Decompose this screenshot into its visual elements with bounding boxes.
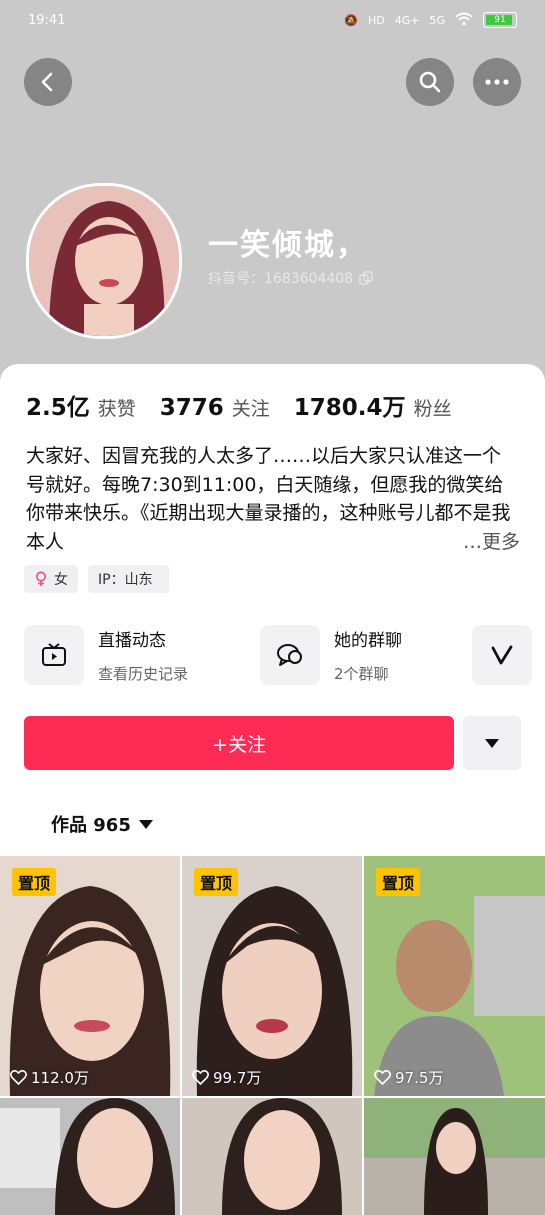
likes-count: 97.5万 bbox=[395, 1069, 444, 1087]
stat-label: 获赞 bbox=[97, 398, 136, 420]
group-chat-subtitle: 2个群聊 bbox=[334, 665, 389, 683]
video-likes: 99.7万 bbox=[192, 1067, 261, 1088]
video-thumbnail[interactable] bbox=[364, 1098, 545, 1215]
wifi-icon bbox=[455, 12, 473, 29]
works-tab-label: 作品 965 bbox=[51, 815, 131, 836]
tv-icon bbox=[42, 643, 66, 666]
stat-value: 1780.4万 bbox=[293, 395, 406, 421]
video-thumbnail[interactable]: 置顶 112.0万 bbox=[0, 856, 180, 1096]
mute-icon: 🔕 bbox=[344, 13, 358, 27]
battery-icon: 91 bbox=[483, 12, 517, 28]
caret-down-icon bbox=[138, 819, 153, 829]
stat-value: 2.5亿 bbox=[26, 395, 90, 421]
video-thumbnail-image bbox=[182, 1098, 362, 1215]
likes-count: 99.7万 bbox=[213, 1069, 262, 1087]
video-thumbnail[interactable]: 置顶 97.5万 bbox=[364, 856, 545, 1096]
ip-tag: IP：山东 bbox=[88, 565, 169, 593]
stat-label: 粉丝 bbox=[413, 398, 452, 420]
caret-down-icon bbox=[485, 738, 499, 748]
search-icon bbox=[419, 71, 441, 93]
4g-label: 4G+ bbox=[394, 13, 420, 27]
female-icon bbox=[35, 571, 47, 586]
follow-dropdown-button[interactable] bbox=[463, 716, 521, 770]
douyin-id-text: 抖音号：1683604408 bbox=[208, 271, 354, 287]
ip-label: IP：山东 bbox=[98, 572, 153, 588]
gender-label: 女 bbox=[54, 572, 68, 588]
video-thumbnail-image bbox=[364, 1098, 545, 1215]
nickname: 一笑倾城， bbox=[208, 228, 368, 263]
heart-icon bbox=[10, 1070, 27, 1085]
pinned-badge: 置顶 bbox=[12, 868, 57, 896]
gender-tag: 女 bbox=[24, 565, 78, 593]
hd-label: HD bbox=[367, 13, 385, 27]
back-button[interactable] bbox=[24, 58, 72, 106]
heart-icon bbox=[192, 1070, 209, 1085]
video-thumbnail[interactable]: 置顶 99.7万 bbox=[182, 856, 362, 1096]
pinned-badge: 置顶 bbox=[194, 868, 239, 896]
likes-stat[interactable]: 2.5亿 获赞 bbox=[26, 388, 136, 422]
vip-shortcut[interactable] bbox=[472, 625, 532, 685]
avatar[interactable] bbox=[26, 183, 182, 339]
live-history-shortcut[interactable] bbox=[24, 625, 84, 685]
status-time: 19:41 bbox=[28, 12, 66, 28]
live-history-title[interactable]: 直播动态 bbox=[98, 626, 166, 651]
battery-level: 91 bbox=[494, 15, 506, 25]
following-stat[interactable]: 3776 关注 bbox=[160, 394, 270, 421]
video-thumbnail-image bbox=[0, 1098, 180, 1215]
stat-label: 关注 bbox=[231, 398, 270, 420]
v-logo-icon bbox=[491, 645, 513, 665]
search-button[interactable] bbox=[406, 58, 454, 106]
bio-more-link[interactable]: …更多 bbox=[459, 527, 521, 554]
status-icons: 🔕 HD 4G+ 5G 91 bbox=[344, 12, 517, 29]
group-chat-title[interactable]: 她的群聊 bbox=[334, 626, 402, 651]
more-button[interactable] bbox=[473, 58, 521, 106]
stat-value: 3776 bbox=[159, 395, 224, 421]
video-likes: 97.5万 bbox=[374, 1067, 443, 1088]
chevron-left-icon bbox=[41, 72, 53, 92]
status-bar: 19:41 🔕 HD 4G+ 5G 91 bbox=[28, 10, 517, 30]
profile-stats: 2.5亿 获赞 3776 关注 1780.4万 粉丝 bbox=[26, 388, 452, 422]
pinned-badge: 置顶 bbox=[376, 868, 421, 896]
bio-text: 大家好、因冒充我的人太多了……以后大家只认准这一个号就好。每晚7:30到11:0… bbox=[26, 445, 511, 553]
followers-stat[interactable]: 1780.4万 粉丝 bbox=[294, 388, 452, 422]
chat-bubbles-icon bbox=[277, 644, 302, 666]
tab-works[interactable]: 作品 965 bbox=[51, 811, 153, 837]
follow-button[interactable]: +关注 bbox=[24, 716, 454, 770]
video-thumbnail[interactable] bbox=[0, 1098, 180, 1215]
live-history-subtitle: 查看历史记录 bbox=[98, 665, 189, 683]
likes-count: 112.0万 bbox=[31, 1069, 89, 1087]
copy-icon[interactable] bbox=[359, 271, 373, 285]
5g-label: 5G bbox=[429, 13, 445, 27]
video-likes: 112.0万 bbox=[10, 1067, 89, 1088]
more-dots-icon bbox=[485, 79, 509, 85]
video-thumbnail[interactable] bbox=[182, 1098, 362, 1215]
group-chat-shortcut[interactable] bbox=[260, 625, 320, 685]
douyin-id[interactable]: 抖音号：1683604408 bbox=[208, 268, 373, 288]
heart-icon bbox=[374, 1070, 391, 1085]
